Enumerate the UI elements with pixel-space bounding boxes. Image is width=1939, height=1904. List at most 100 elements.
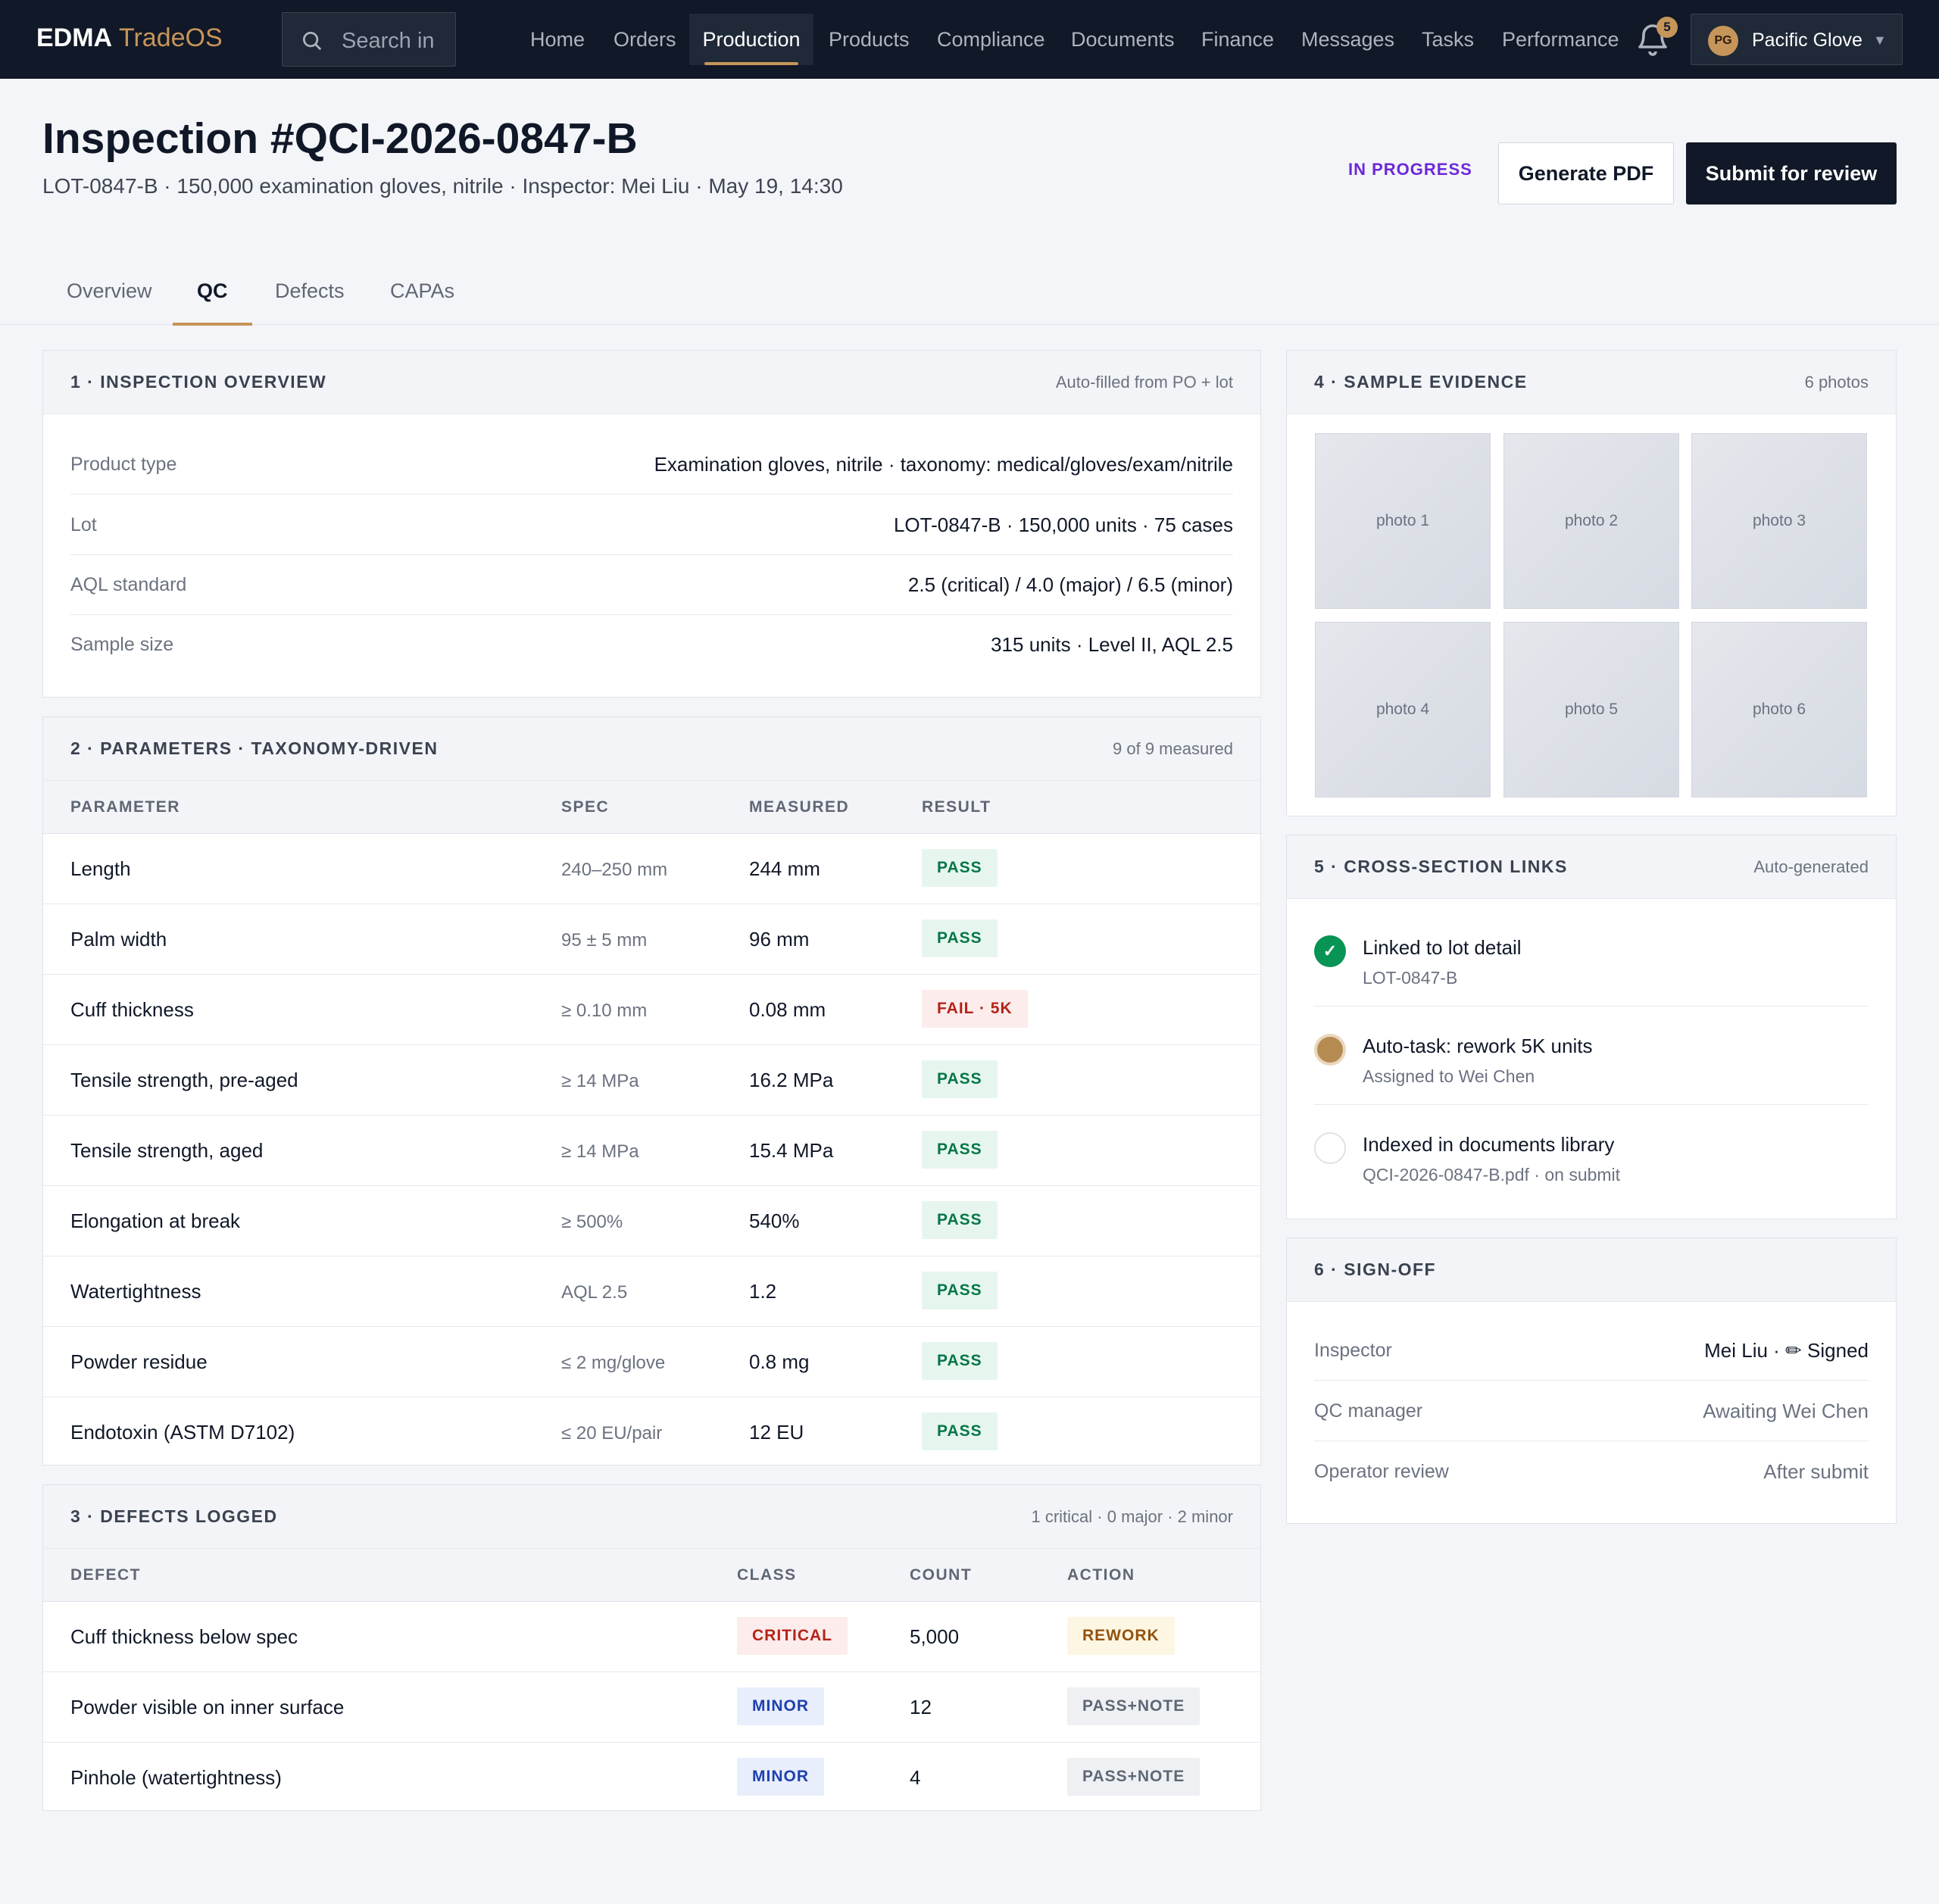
table-row[interactable]: Powder visible on inner surface MINOR 12… (43, 1672, 1260, 1743)
photo-label: photo 1 (1375, 512, 1430, 529)
row-value: 2.5 (critical) / 4.0 (major) / 6.5 (mino… (907, 573, 1233, 596)
task-status-dot-icon (1314, 1034, 1346, 1066)
row-label: Inspector (1314, 1340, 1392, 1361)
signoff-row: Inspector Mei Liu · ✏ Signed (1314, 1320, 1869, 1381)
defect-count: 12 (910, 1696, 932, 1718)
parameter-name: Tensile strength, pre-aged (70, 1069, 298, 1091)
parameter-name: Tensile strength, aged (70, 1139, 264, 1162)
tab-capas[interactable]: CAPAs (390, 276, 454, 324)
tab-qc[interactable]: QC (173, 276, 252, 326)
nav-documents[interactable]: Documents (1056, 14, 1190, 65)
table-row[interactable]: Cuff thickness below spec CRITICAL 5,000… (43, 1602, 1260, 1672)
search-placeholder: Search in (342, 29, 435, 53)
link-item-lot-detail[interactable]: ✓ Linked to lot detail LOT-0847-B (1314, 908, 1869, 1007)
nav-tasks[interactable]: Tasks (1407, 14, 1489, 65)
column-header-spec[interactable]: SPEC (561, 796, 609, 819)
result-badge: PASS (922, 1060, 998, 1098)
brand-logo[interactable]: EDMA TradeOS (36, 21, 223, 55)
link-item-documents-library[interactable]: Indexed in documents library QCI-2026-08… (1314, 1105, 1869, 1203)
photo-label: photo 4 (1375, 701, 1430, 718)
row-value: Awaiting Wei Chen (1703, 1400, 1869, 1422)
result-badge: FAIL · 5K (922, 990, 1028, 1028)
nav-performance[interactable]: Performance (1487, 14, 1635, 65)
row-label: QC manager (1314, 1400, 1423, 1422)
parameter-spec: AQL 2.5 (561, 1282, 628, 1303)
photo-label: photo 3 (1752, 512, 1806, 529)
nav-orders[interactable]: Orders (598, 14, 692, 65)
nav-finance[interactable]: Finance (1186, 14, 1289, 65)
tab-overview[interactable]: Overview (67, 276, 152, 324)
signoff-row: Operator review After submit (1314, 1441, 1869, 1502)
submit-for-review-button[interactable]: Submit for review (1686, 142, 1897, 204)
photo-thumbnail[interactable]: photo 4 (1315, 622, 1491, 797)
table-row[interactable]: Tensile strength, pre-aged ≥ 14 MPa 16.2… (43, 1045, 1260, 1116)
column-header-result[interactable]: RESULT (922, 796, 991, 819)
nav-active-underline (704, 62, 798, 65)
tab-defects[interactable]: Defects (275, 276, 345, 324)
parameter-name: Palm width (70, 928, 167, 950)
row-label: Product type (70, 454, 177, 475)
column-header-measured[interactable]: MEASURED (749, 796, 849, 819)
cross-section-links-card: 5 · CROSS-SECTION LINKS Auto-generated ✓… (1286, 835, 1897, 1219)
global-search-input[interactable]: Search in (282, 12, 456, 67)
row-label: Lot (70, 514, 97, 535)
parameter-name: Cuff thickness (70, 998, 194, 1021)
card-header: 1 · INSPECTION OVERVIEW Auto-filled from… (43, 351, 1260, 414)
photo-thumbnail[interactable]: photo 2 (1503, 433, 1679, 609)
generate-pdf-button[interactable]: Generate PDF (1498, 142, 1674, 204)
table-row[interactable]: Endotoxin (ASTM D7102) ≤ 20 EU/pair 12 E… (43, 1397, 1260, 1468)
card-title: 5 · CROSS-SECTION LINKS (1314, 857, 1568, 876)
tab-active-underline (173, 323, 252, 326)
defect-class-badge: MINOR (737, 1687, 824, 1725)
column-header-action[interactable]: ACTION (1067, 1564, 1135, 1587)
link-title: Linked to lot detail (1363, 936, 1522, 959)
row-label: AQL standard (70, 574, 187, 595)
card-header: 6 · SIGN-OFF (1287, 1238, 1896, 1302)
parameter-measured: 16.2 MPa (749, 1069, 834, 1091)
pending-circle-icon (1314, 1132, 1346, 1164)
table-row[interactable]: Elongation at break ≥ 500% 540% PASS (43, 1186, 1260, 1256)
result-badge: PASS (922, 919, 998, 957)
nav-production[interactable]: Production (689, 14, 813, 65)
defect-name: Cuff thickness below spec (70, 1625, 298, 1648)
card-meta: 9 of 9 measured (1113, 739, 1233, 758)
table-row[interactable]: Cuff thickness ≥ 0.10 mm 0.08 mm FAIL · … (43, 975, 1260, 1045)
parameter-measured: 244 mm (749, 857, 820, 880)
nav-products[interactable]: Products (813, 14, 925, 65)
sample-evidence-card: 4 · SAMPLE EVIDENCE 6 photos photo 1 pho… (1286, 350, 1897, 816)
column-header-class[interactable]: CLASS (737, 1564, 797, 1587)
parameter-measured: 540% (749, 1210, 800, 1232)
table-row[interactable]: Length 240–250 mm 244 mm PASS (43, 834, 1260, 904)
photo-thumbnail[interactable]: photo 5 (1503, 622, 1679, 797)
photo-thumbnail[interactable]: photo 6 (1691, 622, 1867, 797)
nav-compliance[interactable]: Compliance (922, 14, 1060, 65)
parameter-measured: 96 mm (749, 928, 810, 950)
link-item-auto-task[interactable]: Auto-task: rework 5K units Assigned to W… (1314, 1007, 1869, 1105)
parameter-spec: 240–250 mm (561, 860, 668, 880)
table-row[interactable]: Pinhole (watertightness) MINOR 4 PASS+NO… (43, 1743, 1260, 1813)
inspection-overview-card: 1 · INSPECTION OVERVIEW Auto-filled from… (42, 350, 1261, 698)
table-row[interactable]: Powder residue ≤ 2 mg/glove 0.8 mg PASS (43, 1327, 1260, 1397)
table-row[interactable]: Watertightness AQL 2.5 1.2 PASS (43, 1256, 1260, 1327)
overview-row: Sample size 315 units · Level II, AQL 2.… (70, 614, 1233, 675)
card-header: 3 · DEFECTS LOGGED 1 critical · 0 major … (43, 1485, 1260, 1549)
column-header-defect[interactable]: DEFECT (70, 1564, 141, 1587)
avatar: PG (1708, 26, 1738, 56)
account-switcher[interactable]: PG Pacific Glove ▼ (1691, 14, 1903, 65)
nav-production-label: Production (702, 28, 801, 51)
table-row[interactable]: Palm width 95 ± 5 mm 96 mm PASS (43, 904, 1260, 975)
table-row[interactable]: Tensile strength, aged ≥ 14 MPa 15.4 MPa… (43, 1116, 1260, 1186)
photo-thumbnail[interactable]: photo 3 (1691, 433, 1867, 609)
nav-home[interactable]: Home (515, 14, 600, 65)
photo-thumbnail[interactable]: photo 1 (1315, 433, 1491, 609)
result-badge: PASS (922, 849, 998, 887)
column-header-count[interactable]: COUNT (910, 1564, 972, 1587)
column-header-parameter[interactable]: PARAMETER (70, 796, 180, 819)
card-header: 5 · CROSS-SECTION LINKS Auto-generated (1287, 835, 1896, 899)
brand-primary: EDMA (36, 23, 113, 52)
result-badge: PASS (922, 1342, 998, 1380)
parameter-measured: 0.08 mm (749, 998, 826, 1021)
parameter-spec: ≥ 14 MPa (561, 1141, 639, 1162)
nav-messages[interactable]: Messages (1286, 14, 1410, 65)
page-subtitle: LOT-0847-B · 150,000 examination gloves,… (42, 174, 843, 198)
